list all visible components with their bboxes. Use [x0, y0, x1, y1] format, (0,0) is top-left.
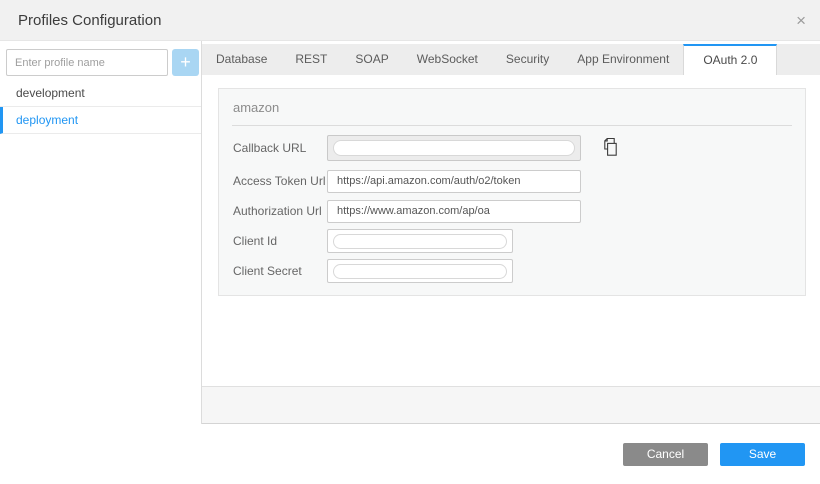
profile-add-row: + — [0, 41, 201, 80]
access-token-url-label: Access Token Url — [233, 174, 327, 188]
oauth-tab-content: amazon Callback URL — [202, 75, 820, 386]
provider-name: amazon — [219, 89, 805, 115]
client-id-row: Client Id — [233, 229, 805, 253]
client-secret-input[interactable] — [327, 259, 513, 283]
profile-settings-panel: Database REST SOAP WebSocket Security Ap… — [202, 41, 820, 424]
dialog-header: Profiles Configuration × — [0, 0, 820, 41]
client-id-label: Client Id — [233, 234, 327, 248]
authorization-url-label: Authorization Url — [233, 204, 327, 218]
access-token-url-row: Access Token Url — [233, 169, 805, 193]
profile-name-input[interactable] — [6, 49, 168, 76]
add-profile-button[interactable]: + — [172, 49, 199, 76]
panel-footer-strip — [202, 386, 820, 424]
client-secret-row: Client Secret — [233, 259, 805, 283]
tab-security[interactable]: Security — [492, 44, 563, 75]
redacted-value — [333, 140, 575, 156]
redacted-value — [333, 264, 507, 279]
tab-database[interactable]: Database — [202, 44, 281, 75]
page-title: Profiles Configuration — [0, 12, 161, 29]
authorization-url-input[interactable] — [327, 200, 581, 223]
oauth-form: Callback URL — [219, 126, 805, 283]
close-icon[interactable]: × — [782, 12, 820, 29]
tab-app-environment[interactable]: App Environment — [563, 44, 683, 75]
tab-websocket[interactable]: WebSocket — [403, 44, 492, 75]
dialog-footer: Cancel Save — [0, 424, 820, 484]
access-token-url-input[interactable] — [327, 170, 581, 193]
authorization-url-row: Authorization Url — [233, 199, 805, 223]
tab-oauth-2-0[interactable]: OAuth 2.0 — [683, 44, 777, 75]
profiles-sidebar: + development deployment — [0, 41, 202, 424]
callback-url-label: Callback URL — [233, 141, 327, 155]
tab-rest[interactable]: REST — [281, 44, 341, 75]
copy-callback-url-button[interactable] — [601, 137, 619, 160]
save-button[interactable]: Save — [720, 443, 805, 466]
copy-icon — [601, 137, 619, 160]
cancel-button[interactable]: Cancel — [623, 443, 708, 466]
client-id-input[interactable] — [327, 229, 513, 253]
sidebar-item-deployment[interactable]: deployment — [0, 107, 201, 134]
dialog-body: + development deployment Database REST S… — [0, 41, 820, 424]
client-secret-label: Client Secret — [233, 264, 327, 278]
redacted-value — [333, 234, 507, 249]
callback-url-row: Callback URL — [233, 135, 805, 161]
callback-url-field — [327, 135, 581, 161]
sidebar-item-development[interactable]: development — [0, 80, 201, 107]
settings-tabstrip: Database REST SOAP WebSocket Security Ap… — [202, 44, 820, 75]
tab-soap[interactable]: SOAP — [341, 44, 402, 75]
amazon-oauth-panel: amazon Callback URL — [218, 88, 806, 296]
profiles-configuration-dialog: Profiles Configuration × + development d… — [0, 0, 820, 484]
